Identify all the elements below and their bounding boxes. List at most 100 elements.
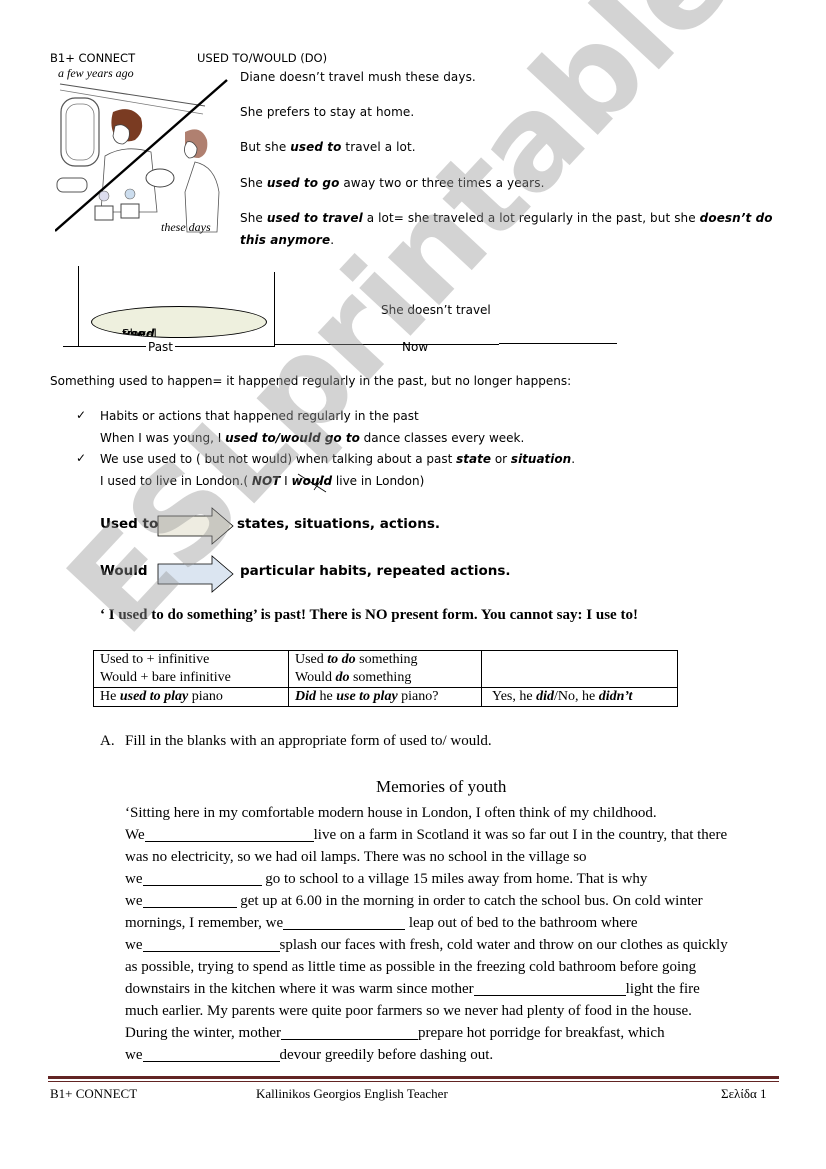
text: we <box>125 937 143 953</box>
text: I used to live in London.( <box>100 474 252 488</box>
definition: Something used to happen= it happened re… <box>50 374 572 388</box>
exercise-line: We live on a farm in Scotland it was so f… <box>125 827 727 844</box>
exercise-line: ‘Sitting here in my comfortable modern h… <box>125 805 657 822</box>
emphasis: Did <box>295 689 316 704</box>
checkmark-icon: ✓ <box>76 408 87 422</box>
text: as possible, trying to spend as little t… <box>125 959 697 975</box>
table-cell: Did he use to play piano? <box>288 687 482 707</box>
footer-rule <box>48 1076 779 1079</box>
text: he <box>316 689 337 704</box>
table-row: He used to play piano Did he use to play… <box>93 687 678 707</box>
exercise-marker: A. <box>100 733 115 749</box>
exercise-line: was no electricity, so we had oil lamps.… <box>125 849 587 866</box>
intro-line-5: She used to travel a lot= she traveled a… <box>240 211 773 225</box>
text: or <box>491 452 511 466</box>
text: get up at 6.00 in the morning in order t… <box>236 893 703 909</box>
footer-course: B1+ CONNECT <box>50 1086 138 1101</box>
text: prepare hot porridge for breakfast, whic… <box>418 1025 665 1041</box>
timeline-axis-now <box>274 344 499 345</box>
text: leap out of bed to the bathroom where <box>405 915 638 931</box>
text: Would + bare infinitive <box>100 670 231 685</box>
table-cell <box>481 650 678 688</box>
exercise-instruction: Fill in the blanks with an appropriate f… <box>125 733 492 749</box>
intro-line-2: She prefers to stay at home. <box>240 105 415 119</box>
exercise-line: we splash our faces with fresh, cold wate… <box>125 937 728 954</box>
text: Would do something <box>295 669 475 687</box>
emphasis: didn’t <box>598 689 633 704</box>
footer-page-number: Σελίδα 1 <box>721 1086 767 1101</box>
text: we <box>125 893 143 909</box>
text: We use used to ( but not would) when tal… <box>100 452 457 466</box>
exercise-line: much earlier. My parents were quite poor… <box>125 1003 692 1020</box>
text: Used to + infinitive <box>100 652 210 667</box>
exercise-line: we get up at 6.00 in the morning in orde… <box>125 893 703 910</box>
intro-line-1: Diane doesn’t travel mush these days. <box>240 70 476 84</box>
intro-line-4: She used to go away two or three times a… <box>240 176 544 190</box>
text: go to school to a village 15 miles away … <box>261 871 648 887</box>
exercise-line: we go to school to a village 15 miles aw… <box>125 871 647 888</box>
emphasis: to do <box>327 652 356 667</box>
text: downstairs in the kitchen where it was w… <box>125 981 474 997</box>
blank-input-4[interactable] <box>283 915 406 930</box>
arrow-label: Would <box>100 563 148 579</box>
text: She <box>240 211 267 225</box>
text: /No, he <box>553 689 599 704</box>
text: light the fire <box>625 981 700 997</box>
now-text: She doesn’t travel <box>381 303 491 317</box>
table-cell: Used to + infinitive Would + bare infini… <box>93 650 289 688</box>
exercise-title: Memories of youth <box>376 777 507 796</box>
text: We <box>125 827 145 843</box>
emphasis: used to travel <box>266 211 363 225</box>
text: Yes, he <box>492 689 537 704</box>
arrow-icon <box>157 555 234 593</box>
text: Would <box>295 670 336 685</box>
text: . <box>571 452 576 466</box>
blank-input-1[interactable] <box>144 827 314 842</box>
blank-input-3[interactable] <box>142 893 237 908</box>
timeline-axis-future <box>499 343 617 344</box>
text: travel a lot. <box>341 140 416 154</box>
cartoon-image <box>54 66 230 238</box>
text: something <box>355 652 418 667</box>
emphasis: doesn’t do <box>699 211 773 225</box>
usage-2-example: I used to live in London.( NOT I would l… <box>100 473 425 493</box>
usage-1-title: Habits or actions that happened regularl… <box>100 409 419 423</box>
text: . <box>330 233 335 247</box>
text: During the winter, mother <box>125 1025 282 1041</box>
table-cell: Used to do something Would do something <box>288 650 482 688</box>
emphasis: used to <box>290 140 342 154</box>
text: Used to do something <box>295 651 475 669</box>
emphasis: used to/would go to <box>225 431 360 445</box>
grammar-table: Used to + infinitive Would + bare infini… <box>93 650 678 707</box>
timeline-start-marker <box>78 266 79 346</box>
emphasis: situation <box>510 452 572 466</box>
text: But she <box>240 140 291 154</box>
blank-input-2[interactable] <box>142 871 262 886</box>
text: ‘Sitting here in my comfortable modern h… <box>125 805 657 821</box>
no-present-form-note: ‘ I used to do something’ is past! There… <box>100 607 638 623</box>
emphasis: use to play <box>336 689 398 704</box>
usage-1-example: When I was young, I used to/would go to … <box>100 431 524 445</box>
text: When I was young, I <box>100 431 226 445</box>
past-habit-ellipse: She used to travel <box>91 306 267 338</box>
caption-present: these days <box>161 220 211 234</box>
blank-input-6[interactable] <box>473 981 626 996</box>
usage-2-title: We use used to ( but not would) when tal… <box>100 452 575 466</box>
emphasis: this anymore <box>240 233 331 247</box>
blank-input-5[interactable] <box>142 937 280 952</box>
text: live in London) <box>332 474 425 488</box>
now-label: Now <box>402 340 429 354</box>
blank-input-8[interactable] <box>142 1047 280 1062</box>
exercise-line: mornings, I remember, we leap out of bed… <box>125 915 638 932</box>
intro-line-3: But she used to travel a lot. <box>240 140 416 154</box>
blank-input-7[interactable] <box>281 1025 419 1040</box>
text: much earlier. My parents were quite poor… <box>125 1003 692 1019</box>
footer-author: Kallinikos Georgios English Teacher <box>256 1086 448 1101</box>
text: He <box>100 689 120 704</box>
text: live on a farm in Scotland it was so far… <box>313 827 728 843</box>
table-cell: Yes, he did/No, he didn’t <box>481 687 678 707</box>
exercise-line: downstairs in the kitchen where it was w… <box>125 981 700 998</box>
text: devour greedily before dashing out. <box>279 1047 494 1063</box>
course-label: B1+ CONNECT <box>50 51 136 65</box>
intro-line-6: this anymore. <box>240 233 334 247</box>
